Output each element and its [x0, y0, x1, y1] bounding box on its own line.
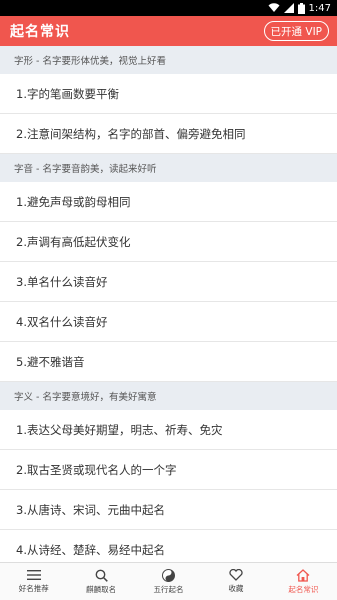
wifi-icon — [268, 3, 280, 13]
nav-label: 麒麟取名 — [86, 584, 117, 594]
vip-button[interactable]: 已开通 VIP — [263, 21, 329, 41]
nav-item-wuxing[interactable]: 五行起名 — [135, 563, 202, 600]
list-item[interactable]: 5.避不雅谐音 — [0, 342, 337, 382]
heart-icon — [229, 569, 243, 581]
list-item[interactable]: 2.声调有高低起伏变化 — [0, 222, 337, 262]
nav-label: 收藏 — [228, 584, 244, 593]
list-icon — [26, 569, 41, 581]
search-icon — [95, 569, 108, 582]
list-item[interactable]: 4.从诗经、楚辞、易经中起名 — [0, 530, 337, 562]
section-header-sound: 字音 - 名字要音韵美，读起来好听 — [0, 154, 337, 182]
nav-item-qilin[interactable]: 麒麟取名 — [67, 563, 134, 600]
list-item[interactable]: 1.字的笔画数要平衡 — [0, 74, 337, 114]
nav-label: 好名推荐 — [18, 584, 49, 593]
status-time: 1:47 — [308, 2, 331, 14]
list-item[interactable]: 2.注意间架结构，名字的部首、偏旁避免相同 — [0, 114, 337, 154]
section-header-meaning: 字义 - 名字要意境好，有美好寓意 — [0, 382, 337, 410]
nav-label: 五行起名 — [153, 584, 184, 594]
section-header-shape: 字形 - 名字要形体优美，视觉上好看 — [0, 46, 337, 74]
signal-icon — [283, 3, 294, 13]
home-icon — [296, 568, 310, 582]
nav-item-favorites[interactable]: 收藏 — [202, 563, 269, 600]
list-item[interactable]: 3.从唐诗、宋词、元曲中起名 — [0, 490, 337, 530]
list-item[interactable]: 2.取古圣贤或现代名人的一个字 — [0, 450, 337, 490]
nav-item-recommend[interactable]: 好名推荐 — [0, 563, 67, 600]
list-item[interactable]: 1.避免声母或韵母相同 — [0, 182, 337, 222]
yin-yang-icon — [162, 568, 176, 582]
status-bar: 1:47 — [0, 0, 337, 16]
bottom-nav: 好名推荐 麒麟取名 五行起名 收藏 起名常识 — [0, 562, 337, 600]
page-title: 起名常识 — [10, 24, 70, 40]
list-item[interactable]: 3.单名什么读音好 — [0, 262, 337, 302]
list-item[interactable]: 1.表达父母美好期望，明志、祈寿、免灾 — [0, 410, 337, 450]
list-item[interactable]: 4.双名什么读音好 — [0, 302, 337, 342]
battery-icon — [297, 2, 305, 14]
nav-label: 起名常识 — [288, 584, 319, 594]
nav-item-knowledge[interactable]: 起名常识 — [270, 563, 337, 600]
content-list[interactable]: 字形 - 名字要形体优美，视觉上好看 1.字的笔画数要平衡 2.注意间架结构，名… — [0, 46, 337, 562]
app-header: 起名常识 已开通 VIP — [0, 16, 337, 46]
